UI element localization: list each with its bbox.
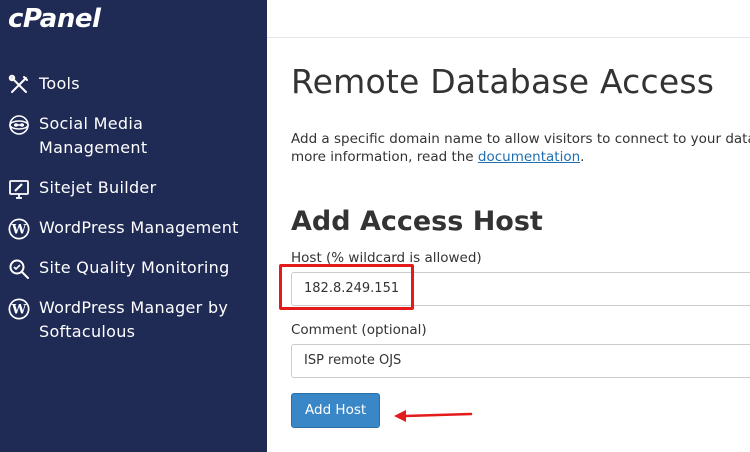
sidebar-item-label: WordPress Manager by Softaculous [39, 298, 229, 341]
page-description: Add a specific domain name to allow visi… [291, 130, 750, 166]
sidebar-item-label: Site Quality Monitoring [39, 258, 230, 277]
sitejet-icon [6, 176, 32, 202]
wordpress-icon: W [6, 216, 32, 242]
description-line-1: Add a specific domain name to allow visi… [291, 131, 750, 147]
sidebar-item-social-media[interactable]: Social Media Management [6, 112, 264, 160]
top-bar [267, 0, 750, 38]
description-suffix: . [580, 149, 585, 165]
sidebar-item-tools[interactable]: Tools [6, 72, 264, 98]
tools-icon [6, 72, 32, 98]
add-host-button[interactable]: Add Host [291, 393, 381, 428]
svg-text:W: W [11, 223, 27, 238]
sidebar: cPanel Tools Social Media Management Sit… [0, 0, 267, 452]
social-media-icon [6, 112, 32, 138]
description-line-2: more information, read the [291, 149, 478, 165]
sidebar-item-label: Tools [39, 74, 80, 93]
page-title: Remote Database Access [291, 62, 715, 101]
annotation-arrow-icon [394, 410, 473, 422]
magnifier-icon [6, 256, 32, 282]
cpanel-logo[interactable]: cPanel [8, 4, 101, 34]
sidebar-item-label: Sitejet Builder [39, 178, 157, 197]
section-title: Add Access Host [291, 206, 543, 237]
sidebar-item-wordpress-manager-softaculous[interactable]: W WordPress Manager by Softaculous [6, 296, 264, 344]
highlight-box [279, 264, 414, 310]
documentation-link[interactable]: documentation [478, 149, 580, 165]
comment-input[interactable]: ISP remote OJS [291, 344, 750, 378]
sidebar-item-wordpress-management[interactable]: W WordPress Management [6, 216, 264, 242]
wordpress-icon: W [6, 296, 32, 322]
main-content: Remote Database Access Add a specific do… [267, 38, 750, 452]
sidebar-item-label: WordPress Management [39, 218, 239, 237]
comment-label: Comment (optional) [291, 322, 427, 338]
sidebar-item-sitejet[interactable]: Sitejet Builder [6, 176, 264, 202]
sidebar-item-site-quality[interactable]: Site Quality Monitoring [6, 256, 264, 282]
svg-text:W: W [11, 303, 27, 318]
sidebar-item-label: Social Media Management [39, 114, 148, 157]
